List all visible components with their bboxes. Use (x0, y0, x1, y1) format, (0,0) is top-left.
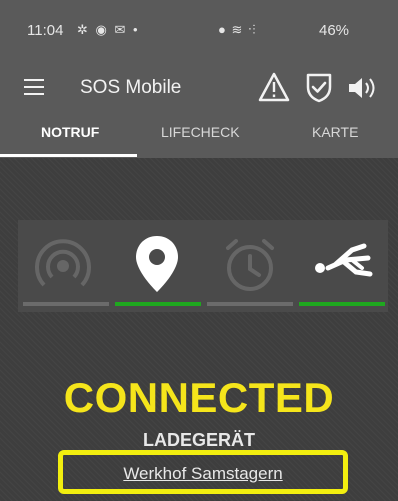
location-icon (136, 236, 178, 292)
status-time: 11:04 (27, 22, 64, 39)
signal-icon (35, 239, 91, 287)
location-link[interactable]: Werkhof Samstagern (63, 464, 343, 484)
status-bar: 11:04 ✲ ◉ ✉ • ● ≋ ᐧ⫶ 46% (0, 0, 398, 58)
man-down-status-bar (299, 302, 385, 306)
notification-icons: ✲ ◉ ✉ • (77, 22, 140, 37)
timer-icon (226, 239, 274, 291)
location-status-bar (115, 302, 201, 306)
location-highlight-box: Werkhof Samstagern (58, 450, 348, 494)
device-type-label: LADEGERÄT (143, 430, 255, 450)
active-tab-indicator (0, 154, 137, 157)
warning-icon[interactable] (258, 71, 290, 103)
tab-bar: NOTRUF LIFECHECK KARTE (0, 116, 398, 158)
tab-lifecheck[interactable]: LIFECHECK (161, 124, 240, 140)
sensor-panel (18, 220, 388, 312)
main-content: CONNECTED LADEGERÄT Werkhof Samstagern (0, 158, 398, 501)
shield-check-icon[interactable] (305, 71, 333, 103)
app-bar: SOS Mobile (0, 58, 398, 116)
timer-status-bar (207, 302, 293, 306)
volume-icon[interactable] (346, 73, 380, 103)
connectivity-icons: ● ≋ ᐧ⫶ (218, 22, 257, 37)
battery-level: 46% (319, 22, 350, 39)
man-down-icon (315, 243, 373, 277)
menu-icon[interactable] (24, 79, 44, 95)
connection-status: CONNECTED (63, 374, 335, 421)
app-title: SOS Mobile (80, 77, 182, 98)
tab-karte[interactable]: KARTE (312, 124, 358, 140)
signal-status-bar (23, 302, 109, 306)
tab-notruf[interactable]: NOTRUF (41, 124, 99, 140)
